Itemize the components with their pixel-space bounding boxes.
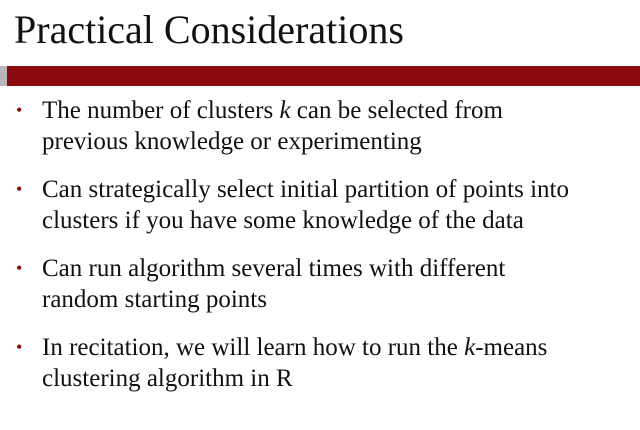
bullet-item-clusters: • The number of clusters k can be select… — [0, 95, 640, 157]
bullet-line: Can strategically select initial partiti… — [42, 176, 569, 203]
slide: Practical Considerations • The number of… — [0, 0, 640, 430]
title-divider-bar — [7, 66, 640, 86]
bullet-line: clustering algorithm in R — [42, 365, 293, 392]
bullet-text: -means — [475, 334, 548, 361]
bullet-line: In recitation, we will learn how to run … — [42, 332, 640, 363]
bullet-line: Can run algorithm several times with dif… — [42, 255, 506, 282]
slide-title: Practical Considerations — [14, 7, 404, 52]
bullet-marker: • — [16, 179, 23, 199]
bullet-marker: • — [16, 337, 23, 357]
bullet-marker: • — [16, 100, 23, 120]
bullet-italic-k: k — [464, 334, 476, 361]
bullet-line: random starting points — [42, 286, 267, 313]
bullet-list: • The number of clusters k can be select… — [0, 95, 640, 411]
bullet-text: The number of clusters — [42, 97, 280, 124]
bullet-item-recitation: • In recitation, we will learn how to ru… — [0, 332, 640, 394]
bullet-line: clusters if you have some knowledge of t… — [42, 207, 524, 234]
bullet-line: previous knowledge or experimenting — [42, 128, 422, 155]
bullet-text: In recitation, we will learn how to run … — [42, 334, 465, 361]
bullet-item-initial-partition: • Can strategically select initial parti… — [0, 174, 640, 236]
bullet-item-several-runs: • Can run algorithm several times with d… — [0, 253, 640, 315]
bullet-text: can be selected from — [290, 97, 503, 124]
title-divider-grey — [0, 66, 7, 86]
bullet-line: The number of clusters k can be selected… — [42, 95, 640, 126]
bullet-italic-k: k — [279, 97, 291, 124]
bullet-marker: • — [16, 258, 23, 278]
